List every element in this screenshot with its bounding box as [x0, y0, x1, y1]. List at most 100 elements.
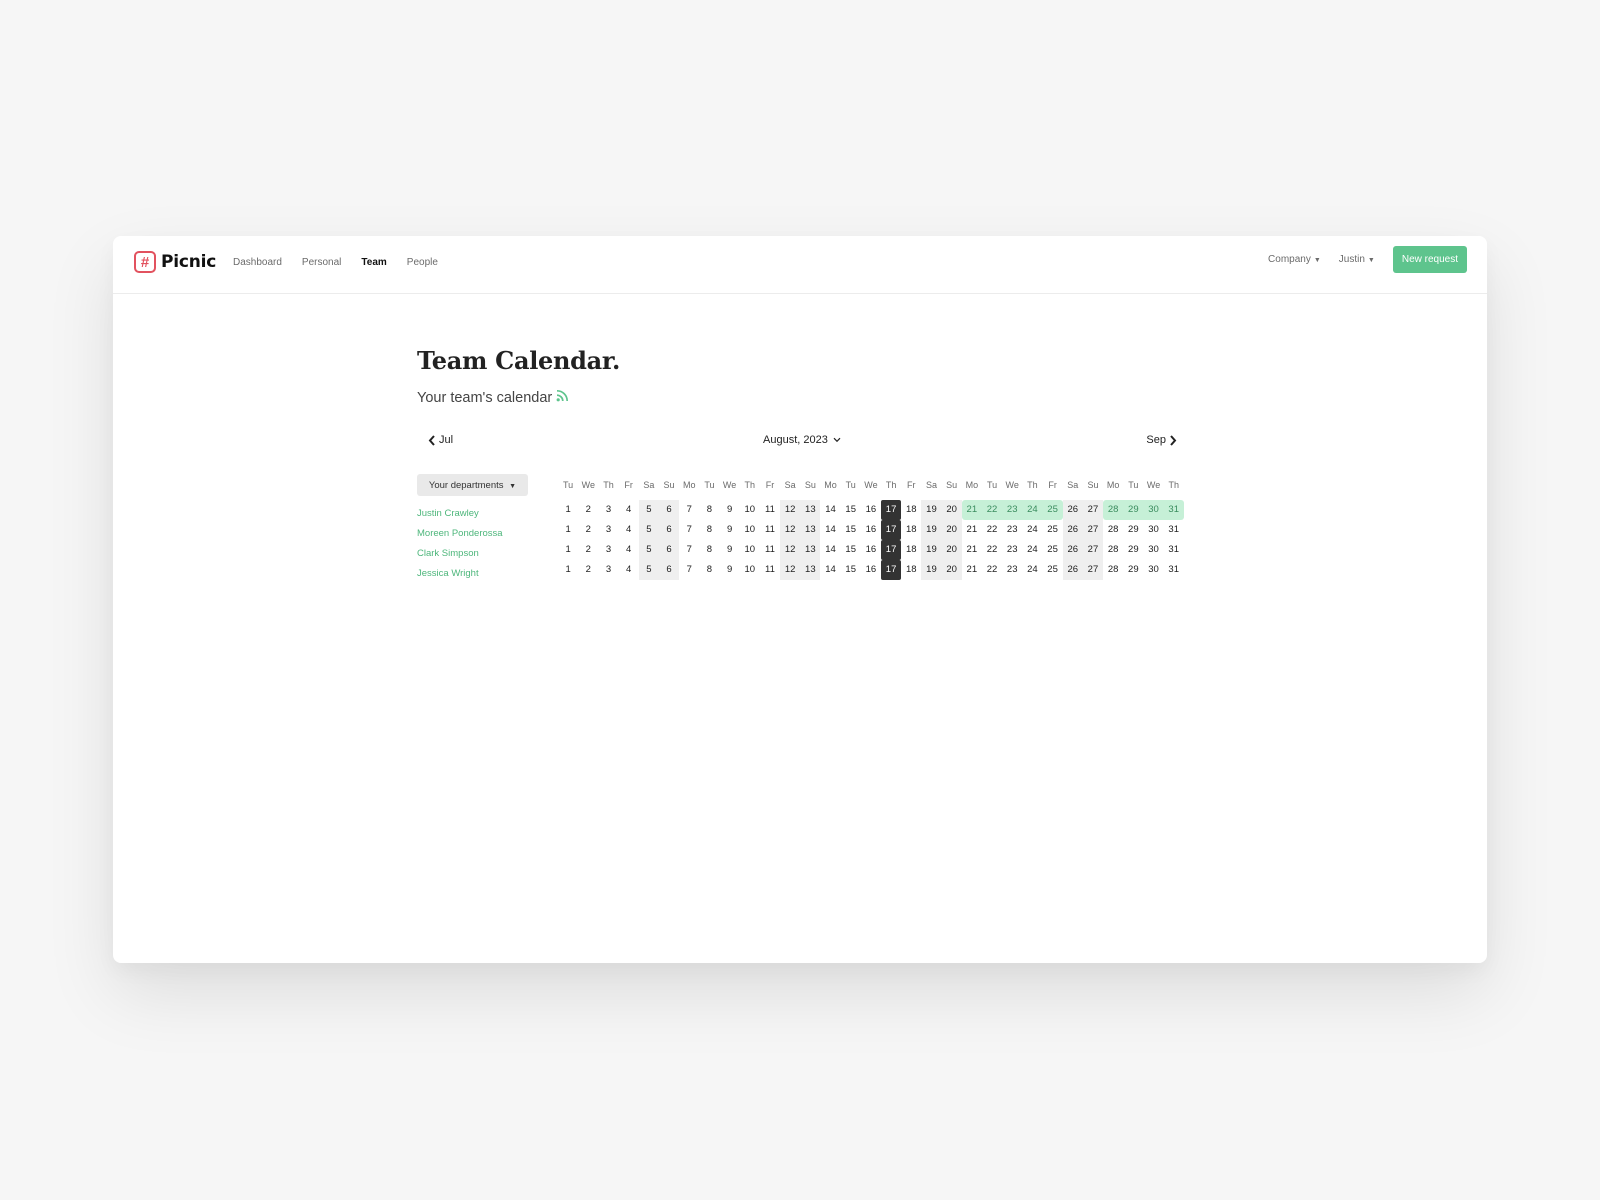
calendar-day-cell[interactable]: 16 [861, 500, 881, 520]
nav-item-dashboard[interactable]: Dashboard [233, 257, 282, 268]
calendar-day-cell[interactable]: 31 [1164, 560, 1184, 580]
calendar-day-cell[interactable]: 7 [679, 540, 699, 560]
calendar-day-cell[interactable]: 21 [961, 500, 982, 520]
calendar-day-cell[interactable]: 29 [1123, 540, 1143, 560]
calendar-day-cell[interactable]: 7 [679, 500, 699, 520]
member-name-link[interactable]: Justin Crawley [417, 504, 503, 524]
departments-dropdown[interactable]: Your departments ▼ [417, 474, 528, 496]
calendar-day-cell[interactable]: 16 [861, 540, 881, 560]
calendar-day-cell[interactable]: 14 [820, 540, 840, 560]
calendar-day-cell[interactable]: 25 [1043, 560, 1063, 580]
nav-item-people[interactable]: People [407, 257, 438, 268]
calendar-day-cell[interactable]: 14 [820, 560, 840, 580]
calendar-day-cell[interactable]: 1 [558, 500, 578, 520]
calendar-day-cell[interactable]: 1 [558, 560, 578, 580]
rss-icon[interactable] [556, 389, 569, 406]
calendar-day-cell[interactable]: 12 [780, 520, 801, 540]
calendar-day-cell[interactable]: 29 [1123, 520, 1143, 540]
calendar-day-cell[interactable]: 18 [901, 500, 921, 520]
calendar-day-cell[interactable]: 10 [740, 520, 760, 540]
calendar-day-cell[interactable]: 3 [598, 540, 618, 560]
calendar-day-cell[interactable]: 29 [1123, 560, 1143, 580]
calendar-day-cell[interactable]: 8 [699, 560, 719, 580]
member-name-link[interactable]: Clark Simpson [417, 544, 503, 564]
calendar-day-cell[interactable]: 2 [578, 560, 598, 580]
calendar-day-cell[interactable]: 5 [638, 500, 659, 520]
calendar-day-cell[interactable]: 17 [881, 540, 902, 560]
calendar-day-cell[interactable]: 16 [861, 520, 881, 540]
calendar-day-cell[interactable]: 9 [720, 520, 740, 540]
calendar-day-cell[interactable]: 11 [760, 560, 780, 580]
calendar-day-cell[interactable]: 23 [1002, 560, 1022, 580]
calendar-day-cell[interactable]: 7 [679, 560, 699, 580]
calendar-day-cell[interactable]: 10 [740, 540, 760, 560]
calendar-day-cell[interactable]: 30 [1143, 520, 1163, 540]
company-dropdown[interactable]: Company ▼ [1268, 254, 1321, 265]
calendar-day-cell[interactable]: 13 [800, 500, 821, 520]
calendar-day-cell[interactable]: 28 [1103, 540, 1123, 560]
calendar-day-cell[interactable]: 9 [720, 540, 740, 560]
calendar-day-cell[interactable]: 30 [1143, 500, 1164, 520]
calendar-day-cell[interactable]: 18 [901, 560, 921, 580]
calendar-day-cell[interactable]: 5 [638, 520, 659, 540]
calendar-day-cell[interactable]: 27 [1082, 540, 1104, 560]
calendar-day-cell[interactable]: 13 [800, 560, 821, 580]
calendar-day-cell[interactable]: 11 [760, 540, 780, 560]
calendar-day-cell[interactable]: 1 [558, 540, 578, 560]
calendar-day-cell[interactable]: 4 [619, 520, 639, 540]
calendar-day-cell[interactable]: 26 [1062, 520, 1083, 540]
calendar-day-cell[interactable]: 8 [699, 520, 719, 540]
calendar-day-cell[interactable]: 23 [1002, 520, 1022, 540]
calendar-day-cell[interactable]: 13 [800, 520, 821, 540]
calendar-day-cell[interactable]: 31 [1163, 500, 1184, 520]
calendar-day-cell[interactable]: 9 [720, 560, 740, 580]
calendar-day-cell[interactable]: 21 [962, 520, 982, 540]
calendar-day-cell[interactable]: 28 [1103, 560, 1123, 580]
calendar-day-cell[interactable]: 30 [1143, 540, 1163, 560]
calendar-day-cell[interactable]: 17 [881, 560, 902, 580]
calendar-day-cell[interactable]: 7 [679, 520, 699, 540]
next-month-button[interactable]: Sep [1146, 434, 1177, 446]
calendar-day-cell[interactable]: 20 [941, 560, 962, 580]
calendar-day-cell[interactable]: 13 [800, 540, 821, 560]
calendar-day-cell[interactable]: 28 [1103, 500, 1124, 520]
calendar-day-cell[interactable]: 25 [1042, 500, 1063, 520]
calendar-day-cell[interactable]: 30 [1143, 560, 1163, 580]
calendar-day-cell[interactable]: 11 [760, 500, 780, 520]
calendar-day-cell[interactable]: 2 [578, 500, 598, 520]
calendar-day-cell[interactable]: 25 [1043, 540, 1063, 560]
calendar-day-cell[interactable]: 16 [861, 560, 881, 580]
member-name-link[interactable]: Moreen Ponderossa [417, 524, 503, 544]
calendar-day-cell[interactable]: 12 [780, 560, 801, 580]
calendar-day-cell[interactable]: 24 [1022, 560, 1042, 580]
calendar-day-cell[interactable]: 22 [981, 500, 1003, 520]
calendar-day-cell[interactable]: 3 [598, 520, 618, 540]
calendar-day-cell[interactable]: 20 [941, 540, 962, 560]
calendar-day-cell[interactable]: 18 [901, 520, 921, 540]
calendar-day-cell[interactable]: 4 [619, 540, 639, 560]
calendar-day-cell[interactable]: 2 [578, 540, 598, 560]
calendar-day-cell[interactable]: 21 [962, 540, 982, 560]
month-selector[interactable]: August, 2023 [417, 434, 1187, 446]
calendar-day-cell[interactable]: 15 [841, 500, 861, 520]
calendar-day-cell[interactable]: 6 [658, 540, 680, 560]
calendar-day-cell[interactable]: 17 [881, 520, 902, 540]
calendar-day-cell[interactable]: 17 [881, 500, 902, 520]
calendar-day-cell[interactable]: 6 [658, 500, 680, 520]
calendar-day-cell[interactable]: 15 [841, 560, 861, 580]
calendar-day-cell[interactable]: 22 [982, 560, 1002, 580]
calendar-day-cell[interactable]: 5 [638, 540, 659, 560]
calendar-day-cell[interactable]: 28 [1103, 520, 1123, 540]
calendar-day-cell[interactable]: 22 [982, 520, 1002, 540]
calendar-day-cell[interactable]: 23 [1002, 540, 1022, 560]
calendar-day-cell[interactable]: 11 [760, 520, 780, 540]
calendar-day-cell[interactable]: 4 [619, 500, 639, 520]
calendar-day-cell[interactable]: 10 [740, 560, 760, 580]
calendar-day-cell[interactable]: 18 [901, 540, 921, 560]
calendar-day-cell[interactable]: 2 [578, 520, 598, 540]
calendar-day-cell[interactable]: 12 [780, 540, 801, 560]
calendar-day-cell[interactable]: 26 [1062, 540, 1083, 560]
calendar-day-cell[interactable]: 6 [658, 560, 680, 580]
calendar-day-cell[interactable]: 29 [1123, 500, 1144, 520]
calendar-day-cell[interactable]: 20 [941, 520, 962, 540]
